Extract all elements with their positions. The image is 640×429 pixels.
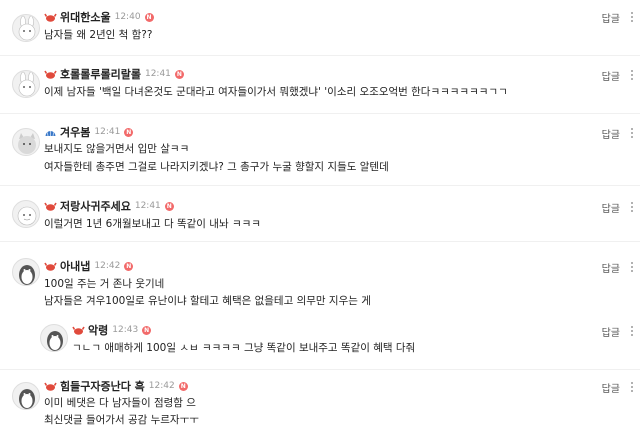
comment-item: 아내냅 12:42 N 100일 주는 거 존나 웃기네 남자들은 겨우100일…: [0, 242, 640, 310]
comment-item: 위대한소울 12:40 N 남자들 왜 2년인 척 함?? 답글: [0, 0, 640, 56]
more-options-icon[interactable]: [630, 325, 634, 339]
nickname[interactable]: 겨우봄: [60, 124, 90, 140]
cat-avatar[interactable]: [12, 128, 40, 156]
reply-button[interactable]: 답글: [602, 126, 620, 141]
new-badge: N: [164, 201, 174, 211]
comment-item: 호롤롤루롤리랄롤 12:41 N 이제 남자들 '백일 다녀온것도 군대라고 여…: [0, 56, 640, 114]
comment-text: 이미 베댓은 다 남자들이 점령함 으: [44, 397, 196, 409]
timestamp: 12:43: [112, 325, 139, 335]
new-badge: N: [124, 127, 134, 137]
comment-text: 보내지도 않을거면서 입만 살ㅋㅋ: [44, 143, 190, 155]
more-options-icon[interactable]: [630, 261, 634, 275]
penguin-avatar[interactable]: [12, 382, 40, 410]
new-badge: N: [174, 69, 184, 79]
comment-text: 남자들은 겨우100일로 유난이냐 할테고 혜택은 없을테고 의무만 지우는 게: [44, 295, 371, 307]
comment-text: 여자들한테 총주면 그걸로 나라지키겠냐? 그 총구가 누굴 향할지 지들도 알…: [44, 161, 389, 173]
comment-text: 이럴거면 1년 6개월보내고 다 똑같이 내놔 ㅋㅋㅋ: [44, 218, 261, 230]
more-options-icon[interactable]: [630, 11, 634, 25]
comment-text: 최신댓글 들어가서 공감 누르자ㅜㅜ: [44, 414, 199, 426]
comment-text: 이제 남자들 '백일 다녀온것도 군대라고 여자들이가서 뭐했겠냐' '이소리 …: [44, 86, 508, 98]
nickname[interactable]: 악령: [88, 322, 108, 338]
comment-text: ㄱㄴㄱ 애매하게 100일 ㅅㅂ ㅋㅋㅋㅋ 그냥 똑같이 보내주고 똑같이 혜택…: [72, 342, 416, 354]
comment-item: 겨우봄 12:41 N 보내지도 않을거면서 입만 살ㅋㅋ 여자들한테 총주면 …: [0, 114, 640, 186]
new-badge: N: [124, 261, 134, 271]
comment-text: 남자들 왜 2년인 척 함??: [44, 29, 153, 41]
timestamp: 12:41: [134, 201, 161, 211]
crab-icon: [44, 261, 57, 272]
nickname[interactable]: 힘들구자증난다 흑: [60, 378, 145, 394]
penguin-avatar[interactable]: [40, 324, 68, 352]
reply-button[interactable]: 답글: [602, 324, 620, 339]
penguin-avatar[interactable]: [12, 258, 40, 286]
timestamp: 12:41: [144, 69, 171, 79]
more-options-icon[interactable]: [630, 201, 634, 215]
rabbit-avatar[interactable]: [12, 14, 40, 42]
crab-icon: [44, 201, 57, 212]
reply-button[interactable]: 답글: [602, 200, 620, 215]
reply-item: 악령 12:43 N ㄱㄴㄱ 애매하게 100일 ㅅㅂ ㅋㅋㅋㅋ 그냥 똑같이 …: [0, 310, 640, 370]
more-options-icon[interactable]: [630, 381, 634, 395]
nickname[interactable]: 아내냅: [60, 258, 90, 274]
seal-avatar[interactable]: [12, 200, 40, 228]
new-badge: N: [142, 325, 152, 335]
timestamp: 12:41: [94, 127, 121, 137]
comment-item: 저랑사귀주세요 12:41 N 이럴거면 1년 6개월보내고 다 똑같이 내놔 …: [0, 186, 640, 242]
nickname[interactable]: 저랑사귀주세요: [60, 198, 131, 214]
crab-icon: [44, 69, 57, 80]
timestamp: 12:40: [114, 12, 141, 22]
crab-icon: [72, 325, 85, 336]
nickname[interactable]: 위대한소울: [60, 9, 111, 25]
comment-item: 힘들구자증난다 흑 12:42 N 이미 베댓은 다 남자들이 점령함 으 최신…: [0, 370, 640, 429]
more-options-icon[interactable]: [630, 69, 634, 83]
new-badge: N: [144, 12, 154, 22]
rabbit-avatar[interactable]: [12, 70, 40, 98]
comment-feed: 위대한소울 12:40 N 남자들 왜 2년인 척 함?? 답글 호롤롤루롤리랄…: [0, 0, 640, 429]
reply-button[interactable]: 답글: [602, 260, 620, 275]
timestamp: 12:42: [148, 381, 175, 391]
more-options-icon[interactable]: [630, 127, 634, 141]
crab-icon: [44, 12, 57, 23]
shell-icon: [44, 127, 57, 138]
new-badge: N: [178, 381, 188, 391]
crab-icon: [44, 381, 57, 392]
reply-button[interactable]: 답글: [602, 380, 620, 395]
timestamp: 12:42: [94, 261, 121, 271]
comment-text: 100일 주는 거 존나 웃기네: [44, 278, 165, 290]
nickname[interactable]: 호롤롤루롤리랄롤: [60, 66, 141, 82]
reply-button[interactable]: 답글: [602, 10, 620, 25]
reply-button[interactable]: 답글: [602, 68, 620, 83]
